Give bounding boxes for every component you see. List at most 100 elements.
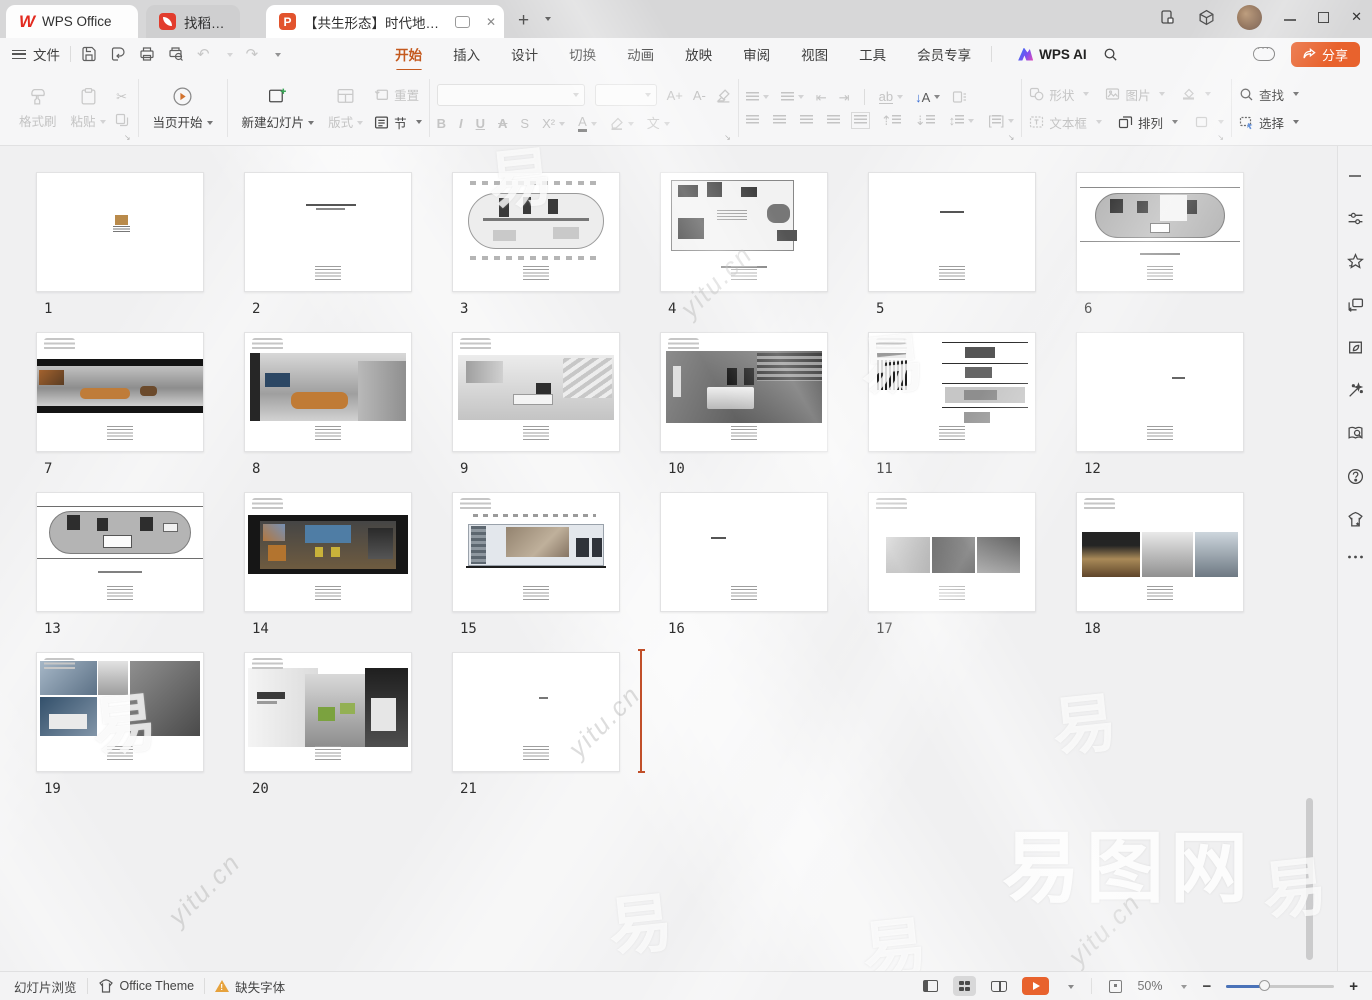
insertion-point-caret[interactable]	[640, 649, 642, 773]
collapse-panel-icon[interactable]	[1347, 168, 1363, 184]
cut-icon[interactable]: ✂	[116, 90, 127, 103]
undo-icon[interactable]: ↶	[197, 45, 210, 63]
slide-thumbnail[interactable]	[1076, 172, 1244, 292]
slide-thumbnail[interactable]	[244, 172, 412, 292]
zoom-out-button[interactable]: −	[1202, 978, 1211, 995]
doc-finder-icon[interactable]	[1347, 425, 1364, 442]
slide-thumbnail[interactable]	[660, 492, 828, 612]
smart-beautify-icon[interactable]	[1347, 382, 1364, 399]
underline-icon[interactable]: U	[476, 117, 485, 130]
device-sync-icon[interactable]	[1160, 9, 1176, 25]
font-color-icon[interactable]: A	[578, 115, 597, 132]
slide-thumbnail[interactable]	[452, 492, 620, 612]
special-effects-icon[interactable]	[1347, 253, 1364, 270]
wps-ai-button[interactable]: WPS AI	[1018, 47, 1087, 62]
zoom-in-button[interactable]: +	[1349, 978, 1358, 995]
undo-dropdown-icon[interactable]	[223, 47, 233, 62]
save-icon[interactable]	[81, 46, 97, 62]
slide-thumbnail[interactable]	[452, 332, 620, 452]
menu-tab[interactable]: 设计	[509, 38, 540, 70]
search-icon[interactable]	[1103, 47, 1118, 62]
print-icon[interactable]	[139, 46, 155, 62]
slide-thumbnail[interactable]	[244, 492, 412, 612]
export-pdf-icon[interactable]	[110, 46, 126, 62]
phonetic-guide-icon[interactable]: 文	[647, 117, 670, 130]
slide-thumbnail[interactable]	[452, 652, 620, 772]
bullet-list-icon[interactable]	[746, 92, 769, 103]
layout-button[interactable]: 版式	[321, 84, 370, 133]
slideshow-dropdown-icon[interactable]	[1064, 979, 1074, 993]
redo-icon[interactable]: ↷	[246, 45, 259, 63]
tab-wps-home[interactable]: W WPS Office	[6, 5, 138, 38]
slide-thumbnail[interactable]	[244, 652, 412, 772]
normal-view-icon[interactable]	[923, 980, 938, 992]
theme-button[interactable]: Office Theme	[98, 979, 195, 993]
font-size-select[interactable]	[595, 84, 657, 106]
slide-thumbnail[interactable]	[660, 332, 828, 452]
fit-to-window-icon[interactable]	[1109, 980, 1122, 993]
menu-tab[interactable]: 工具	[857, 38, 888, 70]
menu-tab[interactable]: 视图	[799, 38, 830, 70]
shapes-button[interactable]: 形状	[1029, 85, 1089, 104]
share-button[interactable]: 分享	[1291, 42, 1360, 67]
slide-thumbnail[interactable]	[36, 172, 204, 292]
slide-thumbnail[interactable]	[36, 652, 204, 772]
reading-view-icon[interactable]	[991, 981, 1007, 992]
tab-docer-templates[interactable]: 找稻壳模板	[146, 5, 240, 38]
close-tab-icon[interactable]: ✕	[486, 15, 496, 29]
increase-font-icon[interactable]: A+	[667, 89, 683, 102]
text-shadow-icon[interactable]: S	[520, 117, 529, 130]
paste-button[interactable]: 粘贴	[64, 85, 113, 132]
decrease-font-icon[interactable]: A-	[693, 89, 706, 102]
copy-icon[interactable]	[115, 113, 129, 127]
slide-thumbnail[interactable]	[868, 492, 1036, 612]
slide-thumbnail[interactable]	[660, 172, 828, 292]
comment-bubble-icon[interactable]	[455, 16, 470, 28]
text-direction-icon[interactable]: ab	[879, 90, 903, 104]
align-center-icon[interactable]	[773, 115, 786, 126]
menu-tab[interactable]: 放映	[683, 38, 714, 70]
textbox-button[interactable]: 文本框	[1029, 113, 1102, 132]
docer-material-icon[interactable]	[1347, 339, 1364, 356]
help-icon[interactable]	[1347, 468, 1364, 485]
outline-button[interactable]	[1194, 115, 1224, 129]
distribute-text-icon[interactable]	[854, 115, 867, 126]
missing-fonts-warning[interactable]: 缺失字体	[215, 977, 285, 996]
increase-spacing-icon[interactable]: ⇡	[881, 114, 901, 127]
vertical-align-icon[interactable]: []	[988, 114, 1014, 127]
select-button[interactable]: 选择	[1239, 113, 1299, 132]
maximize-window-icon[interactable]	[1318, 12, 1329, 23]
decrease-indent-icon[interactable]: ⇤	[816, 91, 827, 104]
text-orientation-icon[interactable]: ↓A	[915, 91, 940, 104]
slide-thumbnail[interactable]	[868, 172, 1036, 292]
picture-button[interactable]: 图片	[1105, 85, 1165, 104]
find-button[interactable]: 查找	[1239, 85, 1299, 104]
slide-thumbnail[interactable]	[452, 172, 620, 292]
merge-shapes-icon[interactable]	[1347, 296, 1364, 313]
reset-button[interactable]: 重置	[374, 85, 422, 104]
slide-sorter-view-icon[interactable]	[953, 976, 977, 996]
decrease-spacing-icon[interactable]: ⇣	[915, 114, 935, 127]
slide-thumbnail[interactable]	[36, 492, 204, 612]
play-from-current-button[interactable]: 当页开始	[146, 84, 220, 133]
slide-thumbnail[interactable]	[1076, 332, 1244, 452]
clear-format-icon[interactable]	[716, 88, 731, 103]
close-window-icon[interactable]: ✕	[1351, 9, 1362, 25]
highlight-color-icon[interactable]	[610, 117, 634, 130]
quick-access-dropdown-icon[interactable]	[271, 47, 281, 62]
vertical-scrollbar-thumb[interactable]	[1306, 798, 1313, 960]
slide-thumbnail[interactable]	[36, 332, 204, 452]
format-painter-button[interactable]: 格式刷	[12, 85, 64, 132]
selection-pane-icon[interactable]	[952, 90, 967, 104]
menu-tab[interactable]: 审阅	[741, 38, 772, 70]
menu-tab[interactable]: 会员专享	[915, 38, 973, 70]
line-spacing-icon[interactable]: ↕	[949, 114, 975, 127]
align-left-icon[interactable]	[746, 115, 759, 126]
fill-color-button[interactable]	[1181, 87, 1211, 101]
more-options-icon[interactable]	[1347, 554, 1364, 560]
increase-indent-icon[interactable]: ⇥	[839, 91, 850, 104]
tab-active-document[interactable]: P 【共生形态】时代地产办公室 ✕	[266, 5, 504, 38]
slide-thumbnail[interactable]	[244, 332, 412, 452]
new-slide-button[interactable]: 新建幻灯片	[235, 84, 322, 133]
menu-tab[interactable]: 切换	[567, 38, 598, 70]
